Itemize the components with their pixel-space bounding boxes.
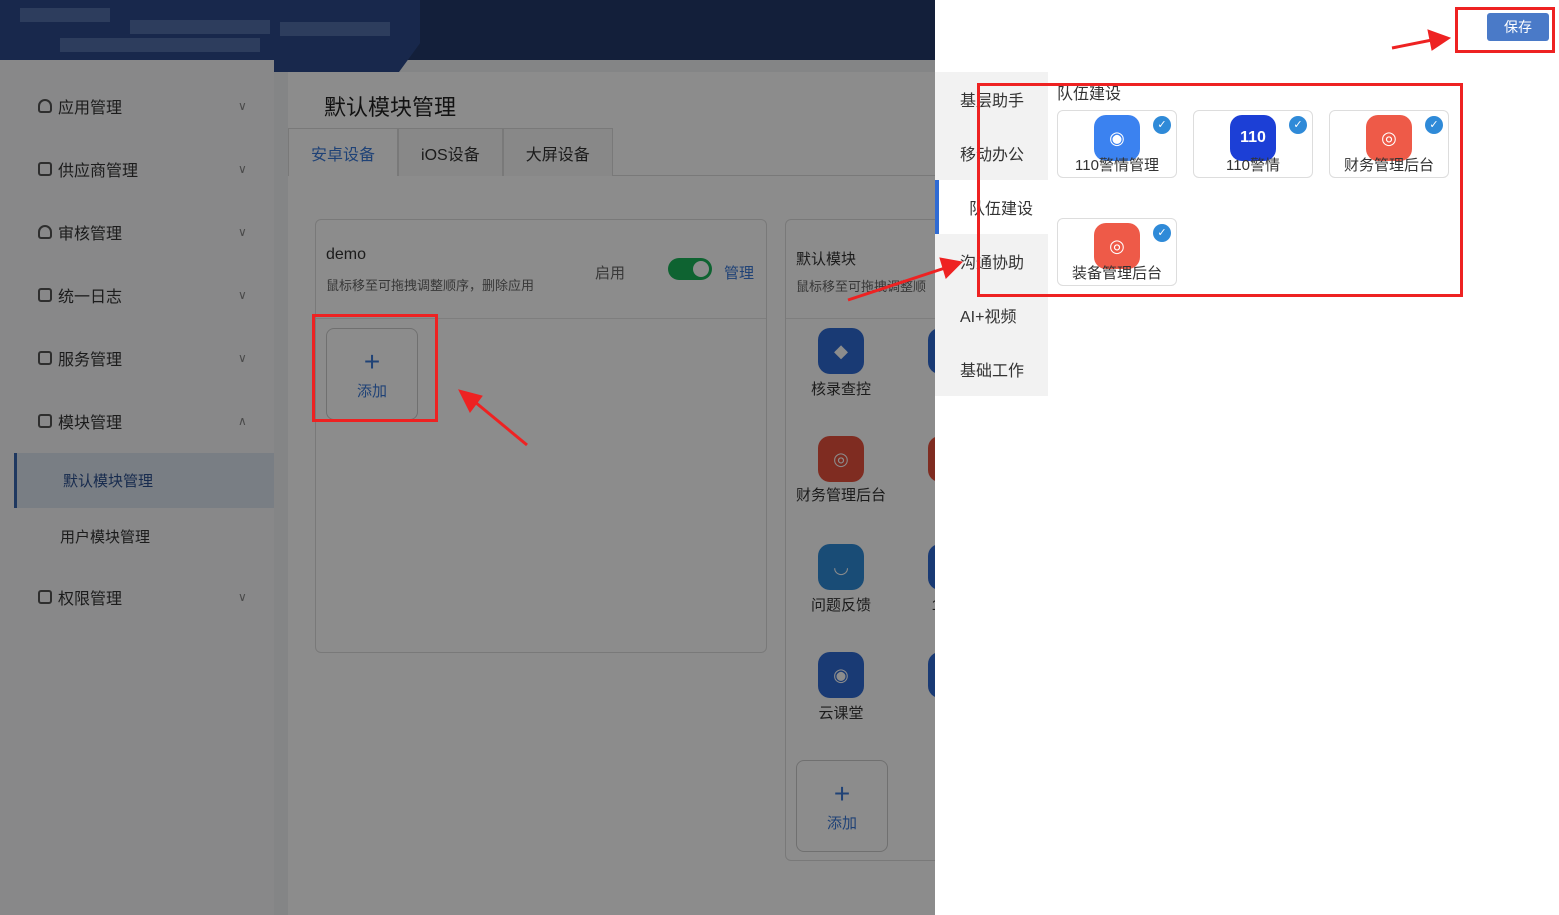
category-item[interactable]: 基础工作 (935, 342, 1048, 396)
annotation-box-save (1455, 7, 1555, 53)
modal-mask[interactable] (0, 0, 935, 915)
annotation-box-apps (977, 83, 1463, 297)
annotation-box-add (312, 314, 438, 422)
